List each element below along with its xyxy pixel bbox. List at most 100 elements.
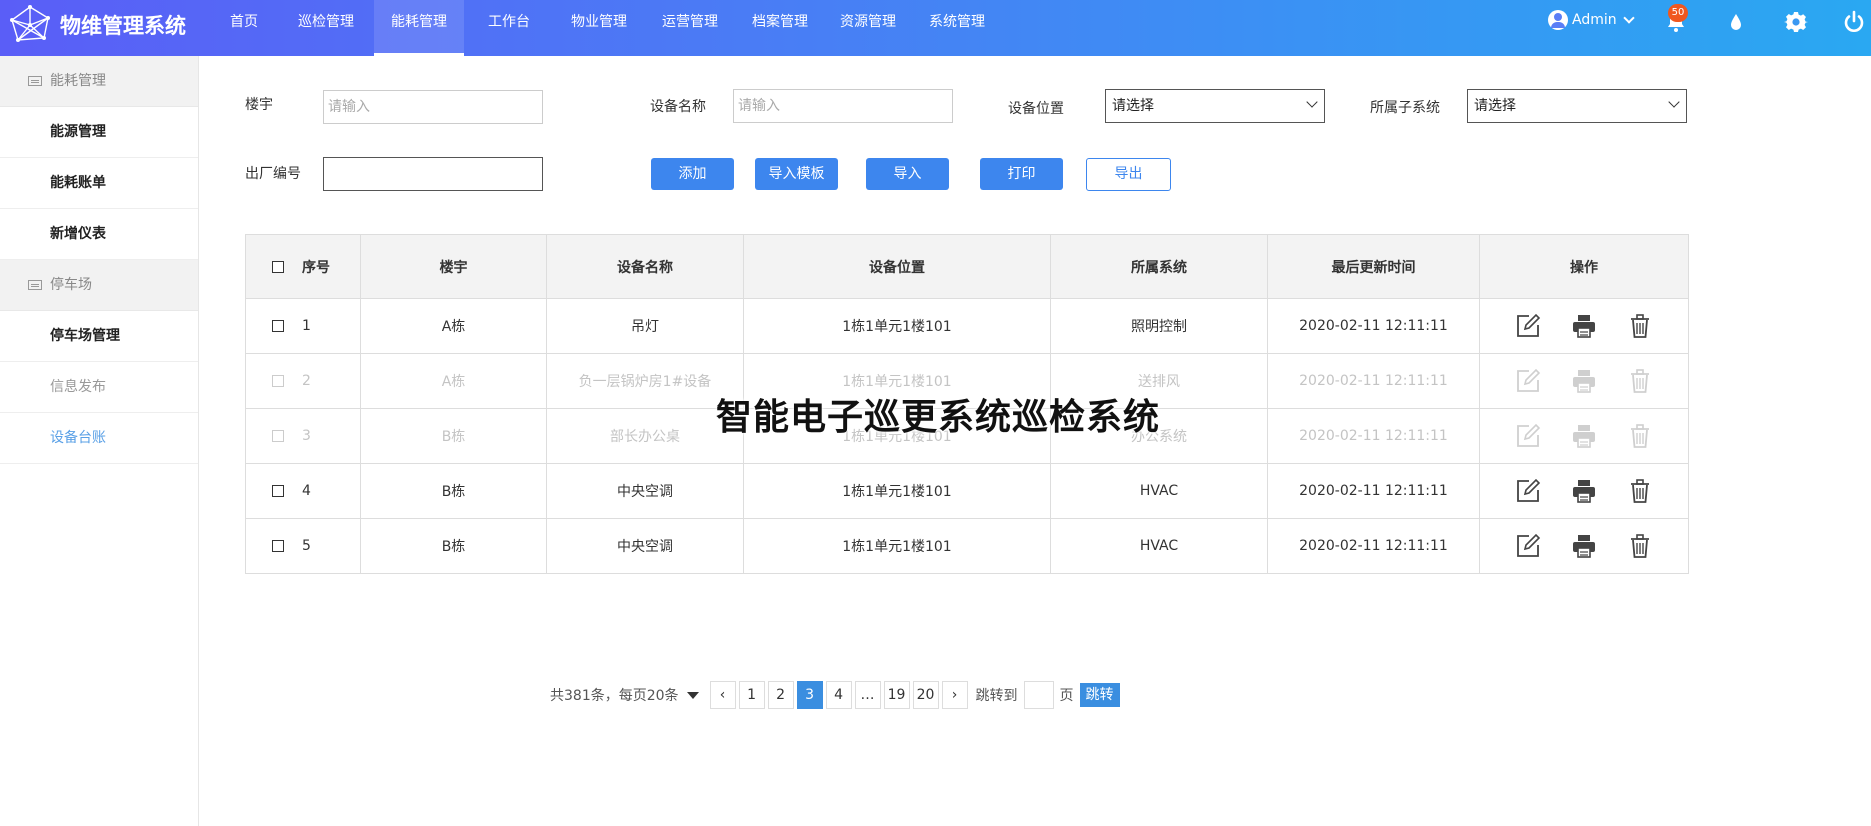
edit-icon[interactable] (1515, 423, 1541, 449)
row-checkbox[interactable] (272, 375, 284, 387)
export-button[interactable]: 导出 (1086, 158, 1171, 191)
edit-icon[interactable] (1515, 478, 1541, 504)
page-size-dropdown-icon[interactable] (686, 691, 699, 699)
printer-icon[interactable] (1571, 313, 1597, 339)
sidebar-group-energy[interactable]: 能耗管理 (0, 56, 198, 107)
row-checkbox[interactable] (272, 540, 284, 552)
app-title: 物维管理系统 (60, 14, 186, 38)
nav-workbench[interactable]: 工作台 (464, 0, 554, 56)
edit-icon[interactable] (1515, 533, 1541, 559)
page-ellipsis: … (854, 681, 881, 709)
nav-resources[interactable]: 资源管理 (824, 0, 912, 56)
power-icon[interactable] (1842, 10, 1866, 34)
user-menu[interactable]: Admin (1548, 10, 1635, 30)
prev-page-button[interactable]: ‹ (709, 681, 736, 709)
page-button[interactable]: 2 (767, 681, 794, 709)
location-label: 设备位置 (1008, 101, 1064, 117)
edit-icon[interactable] (1515, 368, 1541, 394)
main-nav: 首页 巡检管理 能耗管理 工作台 物业管理 运营管理 档案管理 资源管理 系统管… (210, 0, 1002, 56)
page-button[interactable]: 3 (796, 681, 823, 709)
nav-system[interactable]: 系统管理 (912, 0, 1002, 56)
nav-operations[interactable]: 运营管理 (644, 0, 736, 56)
sidebar-item-device-ledger[interactable]: 设备台账 (0, 413, 198, 464)
sidebar-group-parking[interactable]: 停车场 (0, 260, 198, 311)
row-updated: 2020-02-11 12:11:11 (1268, 409, 1480, 463)
row-no: 4 (302, 483, 311, 499)
sidebar-item-parking-management[interactable]: 停车场管理 (0, 311, 198, 362)
row-select-cell: 3 (246, 409, 361, 463)
import-template-button[interactable]: 导入模板 (755, 158, 838, 190)
water-drop-icon[interactable] (1724, 10, 1748, 34)
row-checkbox[interactable] (272, 430, 284, 442)
sidebar-group-label: 停车场 (50, 277, 92, 293)
select-all-checkbox[interactable] (272, 260, 284, 273)
page-button[interactable]: 4 (825, 681, 852, 709)
nav-archives[interactable]: 档案管理 (736, 0, 824, 56)
nav-inspection[interactable]: 巡检管理 (278, 0, 374, 56)
table-header-row: 序号 楼宇 设备名称 设备位置 所属系统 最后更新时间 操作 (246, 235, 1688, 299)
pagination-summary: 共381条，每页20条 (550, 688, 679, 704)
sidebar-item-info-publish[interactable]: 信息发布 (0, 362, 198, 413)
import-button[interactable]: 导入 (866, 158, 949, 190)
row-device-name: 中央空调 (547, 464, 744, 518)
next-page-button[interactable]: › (941, 681, 968, 709)
page-button[interactable]: 1 (738, 681, 765, 709)
row-select-cell: 1 (246, 299, 361, 353)
device-name-label: 设备名称 (650, 99, 706, 115)
page-list: 1 2 3 4… 19 20 (736, 681, 939, 709)
page-button[interactable]: 19 (883, 681, 910, 709)
row-no: 1 (302, 318, 311, 334)
header-location: 设备位置 (744, 235, 1051, 298)
printer-icon[interactable] (1571, 423, 1597, 449)
jump-button[interactable]: 跳转 (1079, 683, 1120, 707)
user-avatar-icon (1548, 10, 1568, 30)
row-building: B栋 (361, 464, 547, 518)
printer-icon[interactable] (1571, 478, 1597, 504)
add-button[interactable]: 添加 (651, 158, 734, 190)
nav-energy[interactable]: 能耗管理 (374, 0, 464, 56)
device-name-input[interactable] (733, 89, 953, 123)
trash-icon[interactable] (1627, 533, 1653, 559)
row-checkbox[interactable] (272, 485, 284, 497)
building-label: 楼宇 (245, 97, 273, 113)
sidebar-item-add-meter[interactable]: 新增仪表 (0, 209, 198, 260)
trash-icon[interactable] (1627, 368, 1653, 394)
page-button[interactable]: 20 (912, 681, 939, 709)
header-actions: 操作 (1570, 259, 1598, 276)
trash-icon[interactable] (1627, 478, 1653, 504)
trash-icon[interactable] (1627, 423, 1653, 449)
row-device-name: 中央空调 (547, 519, 744, 573)
header-system: 所属系统 (1051, 235, 1268, 298)
row-checkbox[interactable] (272, 320, 284, 332)
nav-home[interactable]: 首页 (210, 0, 278, 56)
subsystem-select[interactable]: 请选择 (1467, 89, 1687, 123)
table-row: 5 B栋 中央空调 1栋1单元1楼101 HVAC 2020-02-11 12:… (246, 519, 1688, 574)
row-building: A栋 (361, 299, 547, 353)
logo-icon (10, 5, 50, 42)
edit-icon[interactable] (1515, 313, 1541, 339)
row-select-cell: 5 (246, 519, 361, 573)
printer-icon[interactable] (1571, 368, 1597, 394)
jump-label: 跳转到 (975, 688, 1018, 704)
row-building: A栋 (361, 354, 547, 408)
sidebar-item-energy-management[interactable]: 能源管理 (0, 107, 198, 158)
row-no: 2 (302, 373, 311, 389)
print-button[interactable]: 打印 (980, 158, 1063, 190)
serial-input[interactable] (323, 157, 543, 191)
sidebar-item-energy-bill[interactable]: 能耗账单 (0, 158, 198, 209)
row-updated: 2020-02-11 12:11:11 (1268, 354, 1480, 408)
row-select-cell: 4 (246, 464, 361, 518)
gear-icon[interactable] (1784, 10, 1808, 34)
row-actions (1480, 299, 1688, 353)
row-updated: 2020-02-11 12:11:11 (1268, 299, 1480, 353)
row-location: 1栋1单元1楼101 (744, 519, 1051, 573)
trash-icon[interactable] (1627, 313, 1653, 339)
table-row: 4 B栋 中央空调 1栋1单元1楼101 HVAC 2020-02-11 12:… (246, 464, 1688, 519)
jump-page-input[interactable] (1023, 681, 1054, 709)
row-select-cell: 2 (246, 354, 361, 408)
row-system: HVAC (1051, 464, 1268, 518)
nav-property[interactable]: 物业管理 (554, 0, 644, 56)
printer-icon[interactable] (1571, 533, 1597, 559)
location-select[interactable]: 请选择 (1105, 89, 1325, 123)
building-input[interactable] (323, 90, 543, 124)
